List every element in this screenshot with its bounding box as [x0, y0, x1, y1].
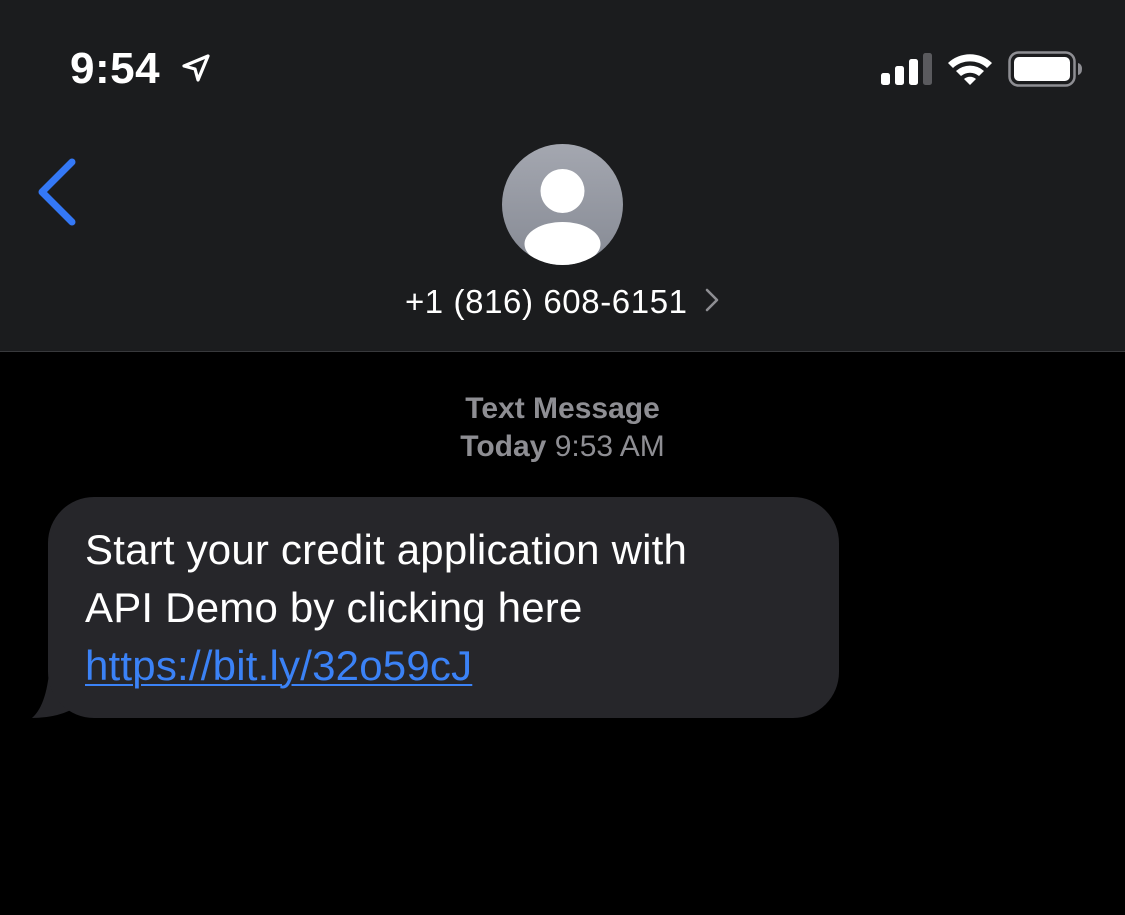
service-label: Text Message: [465, 392, 660, 425]
contact-name: +1 (816) 608-6151: [404, 283, 688, 320]
timestamp-day: Today: [460, 430, 547, 463]
timestamp-time: 9:53 AM: [554, 430, 665, 463]
contact-avatar[interactable]: [502, 144, 623, 265]
cellular-signal-icon: [881, 53, 932, 85]
location-arrow-icon: [182, 54, 210, 82]
battery-icon: [1008, 51, 1082, 87]
wifi-icon: [948, 54, 992, 85]
message-line: API Demo by clicking here: [85, 584, 583, 631]
contact-details-button[interactable]: +1 (816) 608-6151: [0, 278, 1125, 326]
message-timestamp: Text Message Today 9:53 AM: [0, 390, 1125, 466]
message-line: Start your credit application with: [85, 526, 688, 573]
message-text: Start your credit application with API D…: [85, 521, 809, 695]
messages-screen: 9:54 +1 (816) 608-6151 Text Message Toda…: [0, 0, 1125, 915]
message-link[interactable]: https://bit.ly/32o59cJ: [85, 642, 472, 689]
back-button[interactable]: [30, 152, 90, 232]
person-silhouette-icon: [524, 169, 601, 265]
status-time: 9:54: [70, 44, 161, 93]
chevron-left-icon: [38, 158, 76, 226]
chevron-right-icon: [705, 288, 719, 312]
incoming-message-bubble[interactable]: Start your credit application with API D…: [48, 497, 839, 718]
conversation-header: 9:54 +1 (816) 608-6151: [0, 0, 1125, 352]
